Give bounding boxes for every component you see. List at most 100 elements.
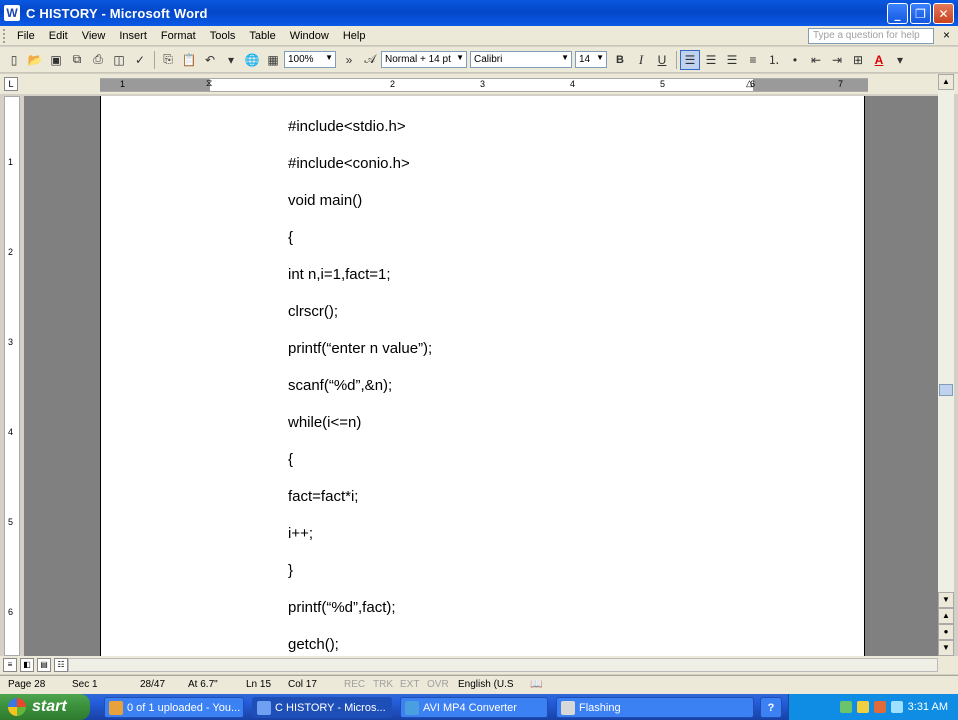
menu-table[interactable]: Table bbox=[242, 30, 282, 42]
scroll-up-icon[interactable]: ▲ bbox=[938, 74, 954, 90]
code-line[interactable]: getch(); bbox=[288, 636, 339, 653]
menu-file[interactable]: File bbox=[10, 30, 42, 42]
menu-view[interactable]: View bbox=[75, 30, 113, 42]
menu-edit[interactable]: Edit bbox=[42, 30, 75, 42]
task-avi-converter[interactable]: AVI MP4 Converter bbox=[400, 697, 548, 718]
horizontal-ruler[interactable]: ⧖ △ 1 2 3 4 5 6 7 bbox=[100, 78, 868, 92]
code-line[interactable]: } bbox=[288, 562, 293, 579]
status-ovr[interactable]: OVR bbox=[427, 679, 449, 690]
status-trk[interactable]: TRK bbox=[373, 679, 393, 690]
hyperlink-icon[interactable]: 🌐 bbox=[242, 50, 262, 70]
code-line[interactable]: clrscr(); bbox=[288, 303, 338, 320]
permission-icon[interactable]: ⧉ bbox=[67, 50, 87, 70]
left-indent-marker-icon[interactable]: ⧖ bbox=[206, 78, 214, 92]
word-app-icon[interactable]: W bbox=[4, 5, 20, 21]
code-line[interactable]: #include<conio.h> bbox=[288, 155, 410, 172]
spelling-icon[interactable]: ✓ bbox=[130, 50, 150, 70]
outline-view-icon[interactable]: ☷ bbox=[54, 658, 68, 672]
spelling-status-icon[interactable]: 📖 bbox=[530, 679, 542, 690]
open-folder-icon[interactable]: 📂 bbox=[25, 50, 45, 70]
undo-icon[interactable]: ↶ bbox=[200, 50, 220, 70]
start-button[interactable]: start bbox=[0, 694, 90, 720]
task-flashing[interactable]: Flashing bbox=[556, 697, 754, 718]
code-line[interactable]: int n,i=1,fact=1; bbox=[288, 266, 391, 283]
style-select[interactable]: Normal + 14 pt ▼ bbox=[381, 51, 467, 68]
clock[interactable]: 3:31 AM bbox=[908, 701, 948, 713]
undo-dropdown-icon[interactable]: ▾ bbox=[221, 50, 241, 70]
menu-format[interactable]: Format bbox=[154, 30, 203, 42]
font-select[interactable]: Calibri ▼ bbox=[470, 51, 572, 68]
new-document-icon[interactable]: ▯ bbox=[4, 50, 24, 70]
horizontal-scrollbar[interactable] bbox=[68, 658, 938, 672]
align-left-icon[interactable]: ☰ bbox=[680, 49, 700, 70]
code-line[interactable]: void main() bbox=[288, 192, 362, 209]
status-ext[interactable]: EXT bbox=[400, 679, 419, 690]
styles-pane-icon[interactable]: 𝒜 bbox=[360, 50, 380, 70]
status-rec[interactable]: REC bbox=[344, 679, 365, 690]
italic-button[interactable]: I bbox=[631, 50, 651, 70]
print-layout-icon[interactable]: ▤ bbox=[37, 658, 51, 672]
select-browse-object-icon[interactable]: ● bbox=[938, 624, 954, 640]
code-line[interactable]: printf(“%d”,fact); bbox=[288, 599, 396, 616]
increase-indent-icon[interactable]: ⇥ bbox=[827, 50, 847, 70]
document-area: #include<stdio.h> #include<conio.h> void… bbox=[24, 96, 940, 656]
normal-view-icon[interactable]: ≡ bbox=[3, 658, 17, 672]
numbering-icon[interactable]: ⒈ bbox=[764, 50, 784, 70]
copy-icon[interactable]: ⎘ bbox=[158, 50, 178, 70]
paste-icon[interactable]: 📋 bbox=[179, 50, 199, 70]
network-icon[interactable] bbox=[839, 701, 852, 713]
scroll-down-icon[interactable]: ▼ bbox=[938, 592, 954, 608]
battery-icon[interactable] bbox=[890, 701, 903, 713]
task-chrome-upload[interactable]: 0 of 1 uploaded - You... bbox=[104, 697, 244, 718]
code-line[interactable]: #include<stdio.h> bbox=[288, 118, 406, 135]
menu-window[interactable]: Window bbox=[283, 30, 336, 42]
code-line[interactable]: { bbox=[288, 229, 293, 246]
code-line[interactable]: printf(“enter n value”); bbox=[288, 340, 432, 357]
volume-icon[interactable] bbox=[856, 701, 869, 713]
code-line[interactable]: i++; bbox=[288, 525, 313, 542]
document-page[interactable]: #include<stdio.h> #include<conio.h> void… bbox=[100, 96, 865, 656]
web-layout-icon[interactable]: ◧ bbox=[20, 658, 34, 672]
scroll-thumb[interactable] bbox=[939, 384, 953, 396]
borders-icon[interactable]: ⊞ bbox=[848, 50, 868, 70]
previous-page-icon[interactable]: ▲ bbox=[938, 608, 954, 624]
code-line[interactable]: { bbox=[288, 451, 293, 468]
menu-insert[interactable]: Insert bbox=[112, 30, 154, 42]
line-spacing-icon[interactable]: ≡ bbox=[743, 50, 763, 70]
save-icon[interactable]: ▣ bbox=[46, 50, 66, 70]
font-size-select[interactable]: 14 ▼ bbox=[575, 51, 607, 68]
toolbar-options-icon[interactable]: » bbox=[339, 50, 359, 70]
tab-selector-icon[interactable]: L bbox=[4, 77, 18, 91]
print-icon[interactable]: ⎙ bbox=[88, 50, 108, 70]
zoom-select[interactable]: 100% ▼ bbox=[284, 51, 336, 68]
font-color-icon[interactable]: A bbox=[869, 50, 889, 70]
chevron-down-icon[interactable]: ▾ bbox=[890, 50, 910, 70]
close-button[interactable]: ✕ bbox=[933, 3, 954, 24]
task-word-history[interactable]: C HISTORY - Micros... bbox=[252, 697, 392, 718]
bold-button[interactable]: B bbox=[610, 50, 630, 70]
tables-icon[interactable]: ▦ bbox=[263, 50, 283, 70]
vertical-ruler[interactable]: 1 2 3 4 5 6 bbox=[4, 96, 20, 656]
document-close-icon[interactable]: × bbox=[943, 28, 950, 42]
decrease-indent-icon[interactable]: ⇤ bbox=[806, 50, 826, 70]
align-right-icon[interactable]: ☰ bbox=[722, 50, 742, 70]
bullets-icon[interactable]: • bbox=[785, 50, 805, 70]
chevron-down-icon: ▼ bbox=[456, 53, 464, 62]
print-preview-icon[interactable]: ◫ bbox=[109, 50, 129, 70]
maximize-button[interactable]: ❐ bbox=[910, 3, 931, 24]
align-center-icon[interactable]: ☰ bbox=[701, 50, 721, 70]
zoom-value: 100% bbox=[288, 54, 314, 65]
menu-tools[interactable]: Tools bbox=[203, 30, 243, 42]
underline-button[interactable]: U bbox=[652, 50, 672, 70]
code-line[interactable]: scanf(“%d”,&n); bbox=[288, 377, 392, 394]
vertical-scrollbar[interactable]: ▲ ▼ ▲ ● ▼ bbox=[938, 74, 954, 656]
antivirus-icon[interactable] bbox=[873, 701, 886, 713]
code-line[interactable]: fact=fact*i; bbox=[288, 488, 358, 505]
help-icon[interactable]: ? bbox=[760, 697, 782, 718]
help-search-input[interactable]: Type a question for help bbox=[808, 28, 934, 44]
minimize-button[interactable]: _ bbox=[887, 3, 908, 24]
menu-grip[interactable] bbox=[3, 28, 7, 43]
code-line[interactable]: while(i<=n) bbox=[288, 414, 361, 431]
menu-help[interactable]: Help bbox=[336, 30, 373, 42]
next-page-icon[interactable]: ▼ bbox=[938, 640, 954, 656]
